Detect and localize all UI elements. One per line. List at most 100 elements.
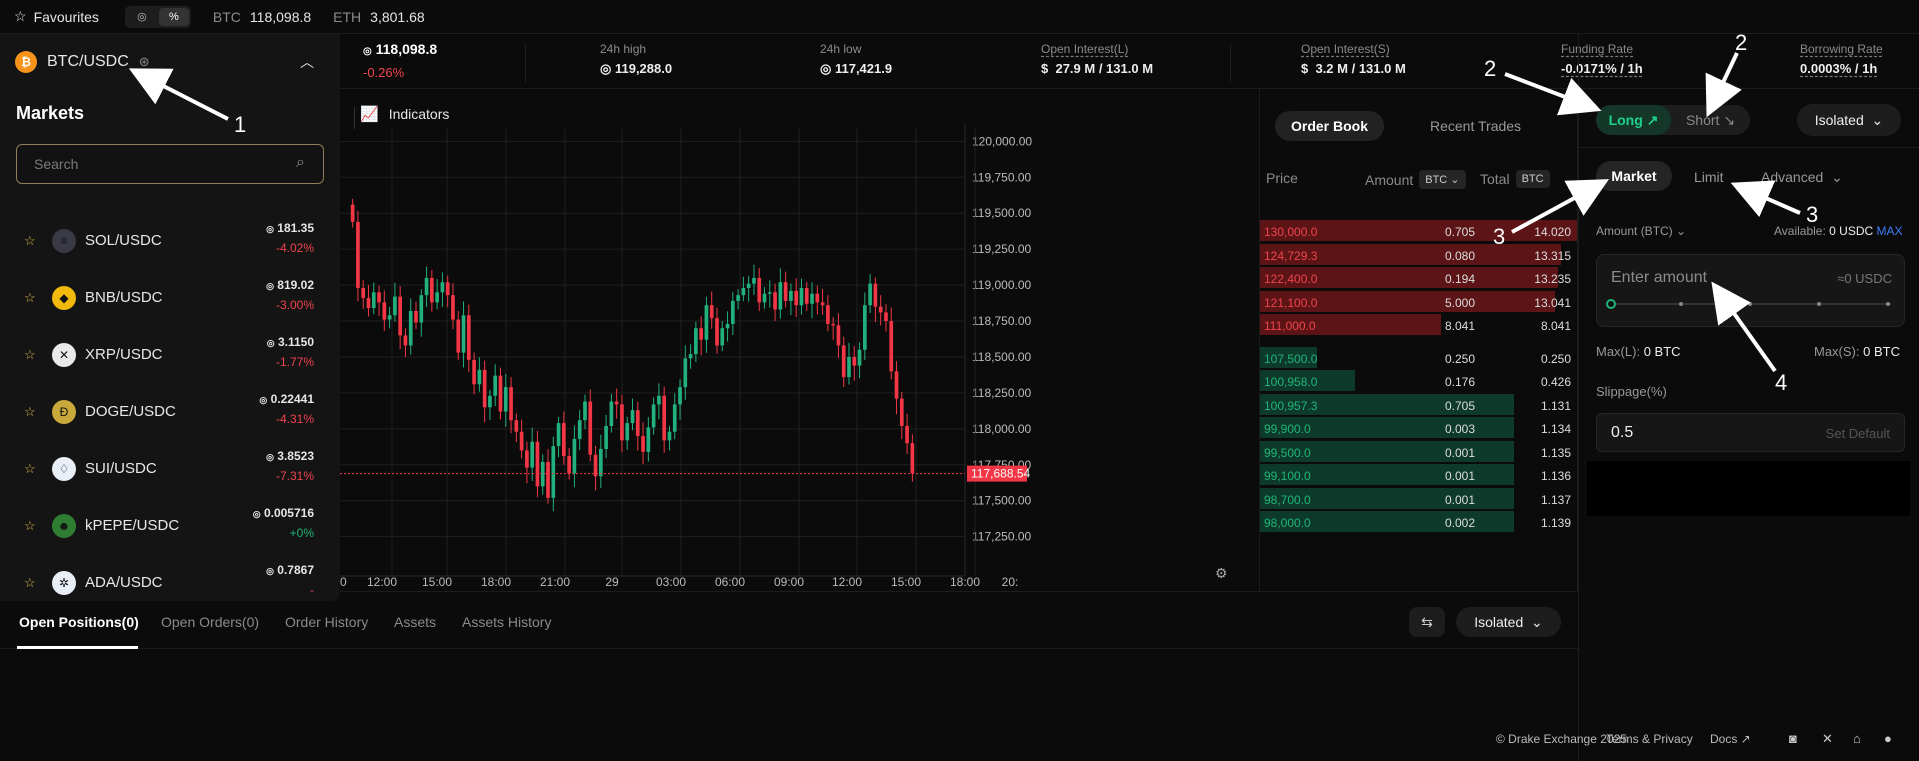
favourite-star-icon[interactable]: ☆ <box>24 518 36 534</box>
amount-unit-dropdown[interactable]: Amount (BTC) ⌄ <box>1596 224 1686 238</box>
amount-input-box[interactable]: Enter amount ≈0 USDC <box>1596 254 1905 327</box>
gitbook-icon[interactable]: ⌂ <box>1853 731 1861 746</box>
chevron-up-icon[interactable]: ︿ <box>300 52 314 72</box>
amp: & <box>1642 732 1651 746</box>
price-chart[interactable]: 📈 Indicators 120,000.00 119,750.00 119,500… <box>340 89 1259 591</box>
tab-open-positions[interactable]: Open Positions(0) <box>19 614 139 630</box>
tab-order-book[interactable]: Order Book <box>1275 111 1385 141</box>
ob-row-ask[interactable]: 130,000.0 0.705 14.020 <box>1260 219 1577 243</box>
order-type-advanced[interactable]: Advanced ⌄ <box>1761 169 1843 186</box>
ob-row-ask[interactable]: 121,100.0 5.000 13.041 <box>1260 290 1577 314</box>
market-price-value: 181.35 <box>277 221 314 235</box>
ob-row-bid[interactable]: 99,900.0 0.003 1.134 <box>1260 416 1577 440</box>
chart-mini-icon[interactable]: ⊛ <box>139 54 150 70</box>
order-type-market[interactable]: Market <box>1596 161 1672 191</box>
market-row[interactable]: ☆ ☻ kPEPE/USDC ◎ 0.005716 +0% <box>0 497 340 554</box>
chart-settings-icon[interactable]: ⚙ <box>1215 565 1228 582</box>
ob-row-bid[interactable]: 107,500.0 0.250 0.250 <box>1260 346 1577 370</box>
candle-body <box>831 323 835 326</box>
toggle-coin[interactable]: ◎ <box>127 8 157 26</box>
market-row[interactable]: ☆ ✲ ADA/USDC ◎ 0.7867 - <box>0 554 340 611</box>
set-default-button[interactable]: Set Default <box>1826 426 1890 441</box>
tab-recent-trades[interactable]: Recent Trades <box>1414 111 1537 141</box>
candle-body <box>773 292 777 310</box>
tab-assets-history[interactable]: Assets History <box>462 614 551 630</box>
ob-row-bid[interactable]: 100,957.3 0.705 1.131 <box>1260 393 1577 417</box>
market-price-value: 3.8523 <box>277 449 314 463</box>
favourite-star-icon[interactable]: ☆ <box>24 461 36 477</box>
tab-order-history[interactable]: Order History <box>285 614 368 630</box>
amount-unit-select[interactable]: BTC ⌄ <box>1419 170 1466 189</box>
search-icon[interactable]: ⌕ <box>296 154 305 172</box>
docs-link[interactable]: Docs ↗ <box>1710 732 1751 746</box>
terms-label: Terms <box>1606 732 1639 746</box>
ticker-btc[interactable]: BTC 118,098.8 <box>213 9 311 25</box>
market-row[interactable]: ☆ ◆ BNB/USDC ◎ 819.02 -3.00% <box>0 269 340 326</box>
market-row[interactable]: ☆ ♢ SUI/USDC ◎ 3.8523 -7.31% <box>0 440 340 497</box>
favourite-star-icon[interactable]: ☆ <box>24 575 36 591</box>
ob-total: 1.134 <box>1540 422 1571 436</box>
y-tick-label: 119,500.00 <box>972 206 1031 220</box>
x-tick-label: 12:00 <box>832 575 862 589</box>
slippage-input[interactable]: 0.5 Set Default <box>1596 413 1905 452</box>
favourite-star-icon[interactable]: ☆ <box>24 404 36 420</box>
stat-oi-short: Open Interest(S) $ 3.2 M / 131.0 M <box>1301 42 1406 76</box>
margin-mode-select[interactable]: Isolated ⌄ <box>1797 104 1901 136</box>
max-button[interactable]: MAX <box>1877 224 1903 238</box>
ob-header-label: Total <box>1480 171 1510 187</box>
ob-row-bid[interactable]: 99,500.0 0.001 1.135 <box>1260 440 1577 464</box>
market-change: -4.31% <box>275 412 314 426</box>
candle-body <box>651 404 656 428</box>
bottom-margin-select[interactable]: Isolated ⌄ <box>1456 607 1561 637</box>
docs-label: Docs <box>1710 732 1738 746</box>
candle-body <box>746 283 751 288</box>
market-row[interactable]: ☆ ≡ SOL/USDC ◎ 181.35 -4.02% <box>0 212 340 269</box>
slider-handle[interactable] <box>1606 299 1616 309</box>
discord-icon[interactable]: ◙ <box>1789 731 1797 746</box>
long-button[interactable]: Long ↗ <box>1596 105 1671 135</box>
last-price-label: 117,688.54 <box>971 467 1030 481</box>
favourite-star-icon[interactable]: ☆ <box>24 347 36 363</box>
market-row[interactable]: ☆ ✕ XRP/USDC ◎ 3.1150 -1.77% <box>0 326 340 383</box>
pair-selector[interactable]: ₿ BTC/USDC ⊛ <box>15 51 150 73</box>
ob-row-ask[interactable]: 124,729.3 0.080 13.315 <box>1260 243 1577 267</box>
github-icon[interactable]: ● <box>1884 731 1892 746</box>
total-unit-badge[interactable]: BTC <box>1515 170 1550 188</box>
ob-row-bid[interactable]: 98,000.0 0.002 1.139 <box>1260 510 1577 534</box>
x-tick-label: 21:00 <box>540 575 570 589</box>
market-row[interactable]: ☆ Ð DOGE/USDC ◎ 0.22441 -4.31% <box>0 383 340 440</box>
ob-amount: 0.176 <box>1444 375 1475 389</box>
pair-label: BTC/USDC <box>47 53 129 70</box>
terms-link[interactable]: Terms & Privacy <box>1606 732 1693 746</box>
candle-body <box>783 282 788 301</box>
favourite-star-icon[interactable]: ☆ <box>24 233 36 249</box>
favourite-star-icon[interactable]: ☆ <box>24 290 36 306</box>
toggle-percent[interactable]: % <box>158 7 189 26</box>
submit-area[interactable] <box>1587 461 1910 516</box>
market-change: -7.31% <box>275 469 314 483</box>
ob-row-ask[interactable]: 111,000.0 8.041 8.041 <box>1260 313 1577 337</box>
candle-body <box>556 423 561 447</box>
candle-body <box>451 295 455 320</box>
ob-row-bid[interactable]: 100,958.0 0.176 0.426 <box>1260 369 1577 393</box>
amount-input[interactable]: Enter amount <box>1611 269 1707 287</box>
short-button[interactable]: Short ↘ <box>1671 105 1750 135</box>
ob-row-bid[interactable]: 98,700.0 0.001 1.137 <box>1260 487 1577 511</box>
slider-mark <box>1679 302 1683 306</box>
x-icon[interactable]: ✕ <box>1822 731 1833 747</box>
candle-body <box>635 410 640 437</box>
tab-assets[interactable]: Assets <box>394 614 436 630</box>
candle-body <box>672 404 677 432</box>
tab-open-orders[interactable]: Open Orders(0) <box>161 614 259 630</box>
ob-row-bid[interactable]: 99,100.0 0.001 1.136 <box>1260 463 1577 487</box>
ob-header-label: Amount <box>1365 171 1414 188</box>
margin-label: Isolated <box>1474 614 1524 630</box>
slippage-label: Slippage(%) <box>1596 384 1667 399</box>
search-input[interactable] <box>16 144 324 184</box>
order-type-limit[interactable]: Limit <box>1694 169 1724 185</box>
filter-icon[interactable]: ⇆ <box>1409 607 1445 637</box>
margin-label: Isolated <box>1814 112 1864 128</box>
ob-row-ask[interactable]: 122,400.0 0.194 13.235 <box>1260 266 1577 290</box>
favourites-button[interactable]: ☆ Favourites <box>14 8 99 25</box>
ticker-eth[interactable]: ETH 3,801.68 <box>333 9 425 25</box>
